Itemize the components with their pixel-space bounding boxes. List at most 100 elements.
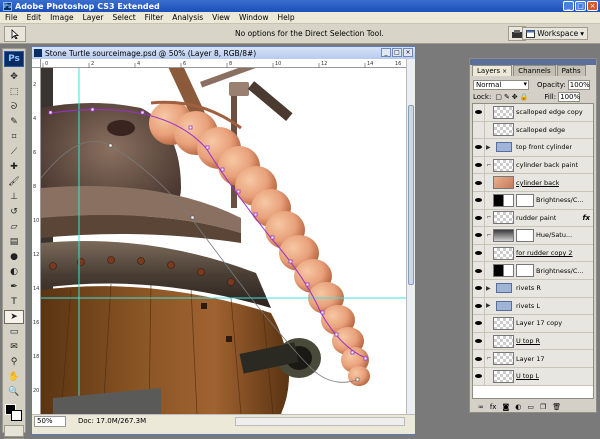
layer-row[interactable]: ▶ rivets R [473,279,593,298]
brush-tool-icon[interactable]: 🖌 [4,175,24,189]
close-button[interactable]: × [587,1,598,11]
layer-row[interactable]: scalloped edge [473,121,593,140]
workspace-button[interactable]: Workspace ▾ [522,27,588,40]
layer-row[interactable]: ▶ rivets L [473,297,593,316]
expand-arrow-icon[interactable]: ▶ [486,302,492,309]
doc-maximize-button[interactable]: □ [392,48,402,57]
doc-close-button[interactable]: × [403,48,413,57]
visibility-eye-icon[interactable] [473,174,485,192]
opacity-input[interactable]: 100% [567,79,590,90]
menu-select[interactable]: Select [113,13,136,22]
document-canvas[interactable] [41,68,406,414]
pen-tool-icon[interactable]: ✒ [4,280,24,294]
layer-mask-thumbnail[interactable] [516,193,534,207]
visibility-eye-icon[interactable] [473,314,485,332]
healing-tool-icon[interactable]: ✚ [4,160,24,174]
tab-channels[interactable]: Channels [513,65,556,76]
doc-size-info[interactable]: Doc: 17.0M/267.3M [78,417,146,425]
zoom-tool-icon[interactable]: 🔍 [4,385,24,399]
zoom-level-field[interactable]: 50% [34,415,66,427]
adjustment-layer-icon[interactable]: ◐ [515,403,521,411]
move-tool-icon[interactable]: ✥ [4,70,24,84]
layer-mask-thumbnail[interactable] [516,228,534,242]
dodge-tool-icon[interactable]: ◐ [4,265,24,279]
link-layers-icon[interactable]: ∞ [478,403,484,411]
visibility-eye-icon[interactable] [473,367,485,385]
blur-tool-icon[interactable]: ● [4,250,24,264]
expand-arrow-icon[interactable]: ▶ [486,144,492,151]
quick-mask-button[interactable] [4,425,24,437]
lasso-tool-icon[interactable]: ᘐ [4,100,24,114]
new-group-icon[interactable]: ▭ [527,403,534,411]
horizontal-ruler[interactable]: 0 2 4 6 8 10 12 14 16 [41,59,406,68]
tool-preset-picker[interactable] [4,25,26,42]
close-icon[interactable]: × [502,68,507,75]
visibility-eye-icon[interactable] [473,121,485,139]
layer-row[interactable]: scalloped edge copy [473,104,593,122]
menu-help[interactable]: Help [278,13,295,22]
layer-row[interactable]: Layer 17 copy [473,314,593,333]
menu-file[interactable]: File [5,13,18,22]
visibility-eye-icon[interactable] [473,279,485,297]
menu-filter[interactable]: Filter [145,13,164,22]
layer-row[interactable]: ⌐ Layer 17 [473,350,593,368]
lock-icons[interactable]: ▢✎✥🔒 [495,93,530,101]
layer-mask-thumbnail[interactable] [516,264,534,278]
layer-row[interactable]: ⌐ cylinder back paint [473,156,593,175]
color-swatches[interactable] [4,403,24,423]
vertical-scrollbar[interactable] [406,59,415,414]
blend-mode-select[interactable]: Normal [473,79,529,90]
eraser-tool-icon[interactable]: ▱ [4,220,24,234]
fx-badge[interactable]: fx [582,214,590,222]
add-style-icon[interactable]: fx [490,403,497,411]
menu-layer[interactable]: Layer [83,13,104,22]
visibility-eye-icon[interactable] [473,156,485,174]
horizontal-scrollbar[interactable] [235,416,405,426]
visibility-eye-icon[interactable] [473,104,485,121]
ruler-origin[interactable] [32,59,41,68]
doc-minimize-button[interactable]: _ [381,48,391,57]
add-mask-icon[interactable]: ◙ [502,403,509,411]
layer-row[interactable]: Brightness/C... [473,262,593,280]
background-color-swatch[interactable] [11,410,22,421]
crop-tool-icon[interactable]: ⌗ [4,130,24,144]
layer-row[interactable]: ▶ top front cylinder [473,138,593,157]
visibility-eye-icon[interactable] [473,332,485,350]
shape-tool-icon[interactable]: ▭ [4,325,24,339]
visibility-eye-icon[interactable] [473,191,485,209]
visibility-eye-icon[interactable] [473,350,485,368]
trash-icon[interactable]: 🗑 [552,403,561,411]
slice-tool-icon[interactable]: ⟋ [4,145,24,159]
document-title-bar[interactable]: Stone Turtle sourceimage.psd @ 50% (Laye… [32,47,415,59]
path-selection-tool-icon[interactable]: ➤ [4,310,24,324]
visibility-eye-icon[interactable] [473,262,485,280]
visibility-eye-icon[interactable] [473,244,485,262]
vertical-ruler[interactable]: 2 4 6 8 10 12 14 16 18 20 [32,68,41,414]
fill-input[interactable]: 100% [558,91,580,102]
stamp-tool-icon[interactable]: ⊥ [4,190,24,204]
menu-edit[interactable]: Edit [27,13,42,22]
visibility-eye-icon[interactable] [473,138,485,156]
tab-layers[interactable]: Layers × [472,65,513,76]
notes-tool-icon[interactable]: ✉ [4,340,24,354]
hand-tool-icon[interactable]: ✋ [4,370,24,384]
layer-row[interactable]: U top R [473,332,593,351]
gradient-tool-icon[interactable]: ▤ [4,235,24,249]
layer-row[interactable]: ⌐ rudder paint fx [473,209,593,228]
history-brush-tool-icon[interactable]: ↺ [4,205,24,219]
visibility-eye-icon[interactable] [473,297,485,315]
layer-row[interactable]: U top L [473,367,593,386]
maximize-button[interactable]: □ [575,1,586,11]
menu-window[interactable]: Window [239,13,269,22]
quick-select-tool-icon[interactable]: ✎ [4,115,24,129]
layer-row[interactable]: cylinder back [473,174,593,192]
marquee-tool-icon[interactable]: ⬚ [4,85,24,99]
layer-row[interactable]: ⌐ Hue/Satu... [473,226,593,245]
menu-image[interactable]: Image [50,13,74,22]
layer-row[interactable]: for rudder copy 2 [473,244,593,263]
menu-view[interactable]: View [212,13,230,22]
menu-analysis[interactable]: Analysis [172,13,203,22]
eyedropper-tool-icon[interactable]: ⚲ [4,355,24,369]
visibility-eye-icon[interactable] [473,226,485,244]
minimize-button[interactable]: _ [563,1,574,11]
